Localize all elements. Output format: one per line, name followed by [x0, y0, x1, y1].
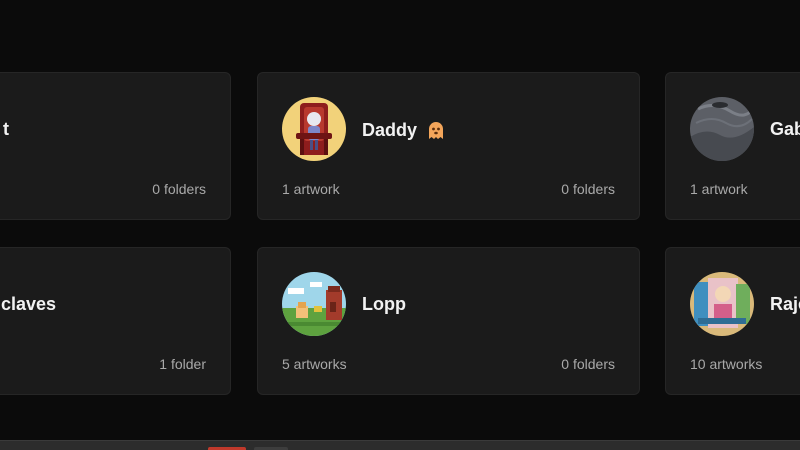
- artist-card[interactable]: Raje 10 artworks: [665, 247, 800, 395]
- artwork-count: 1 artwork: [282, 181, 340, 197]
- artist-card[interactable]: Lopp 5 artworks 0 folders: [257, 247, 640, 395]
- artist-name: Gab: [770, 119, 800, 139]
- pixel-landscape-avatar-image: [282, 272, 346, 336]
- artist-avatar: [282, 272, 346, 336]
- artist-name: Lopp: [362, 294, 406, 314]
- ghost-emoji-icon: [425, 119, 447, 141]
- artist-grid: t 0 folders Daddy 1 artwork 0 folders Ga…: [0, 0, 800, 450]
- taskbar-edge: [0, 440, 800, 450]
- gray-texture-avatar-image: [690, 97, 754, 161]
- artist-card[interactable]: Daddy 1 artwork 0 folders: [257, 72, 640, 220]
- artwork-count: 1 artwork: [690, 181, 748, 197]
- folder-count: 0 folders: [561, 356, 615, 372]
- artist-name: t: [3, 119, 9, 139]
- artwork-count: 5 artworks: [282, 356, 347, 372]
- throne-skeleton-avatar-image: [282, 97, 346, 161]
- artist-avatar: [282, 97, 346, 161]
- folder-count: 0 folders: [152, 181, 206, 197]
- artist-name: claves: [1, 294, 57, 314]
- artwork-count: 10 artworks: [690, 356, 763, 372]
- artist-name: Raje: [770, 294, 800, 314]
- folder-count: 0 folders: [561, 181, 615, 197]
- artist-card[interactable]: Gab 1 artwork: [665, 72, 800, 220]
- artist-name-row: Daddy: [362, 119, 447, 141]
- artist-avatar: [690, 272, 754, 336]
- colorful-painting-avatar-image: [690, 272, 754, 336]
- artist-name: Daddy: [362, 119, 418, 140]
- artist-card[interactable]: t 0 folders: [0, 72, 231, 220]
- folder-count: 1 folder: [159, 356, 206, 372]
- artist-avatar: [690, 97, 754, 161]
- artist-card[interactable]: claves 1 folder: [0, 247, 231, 395]
